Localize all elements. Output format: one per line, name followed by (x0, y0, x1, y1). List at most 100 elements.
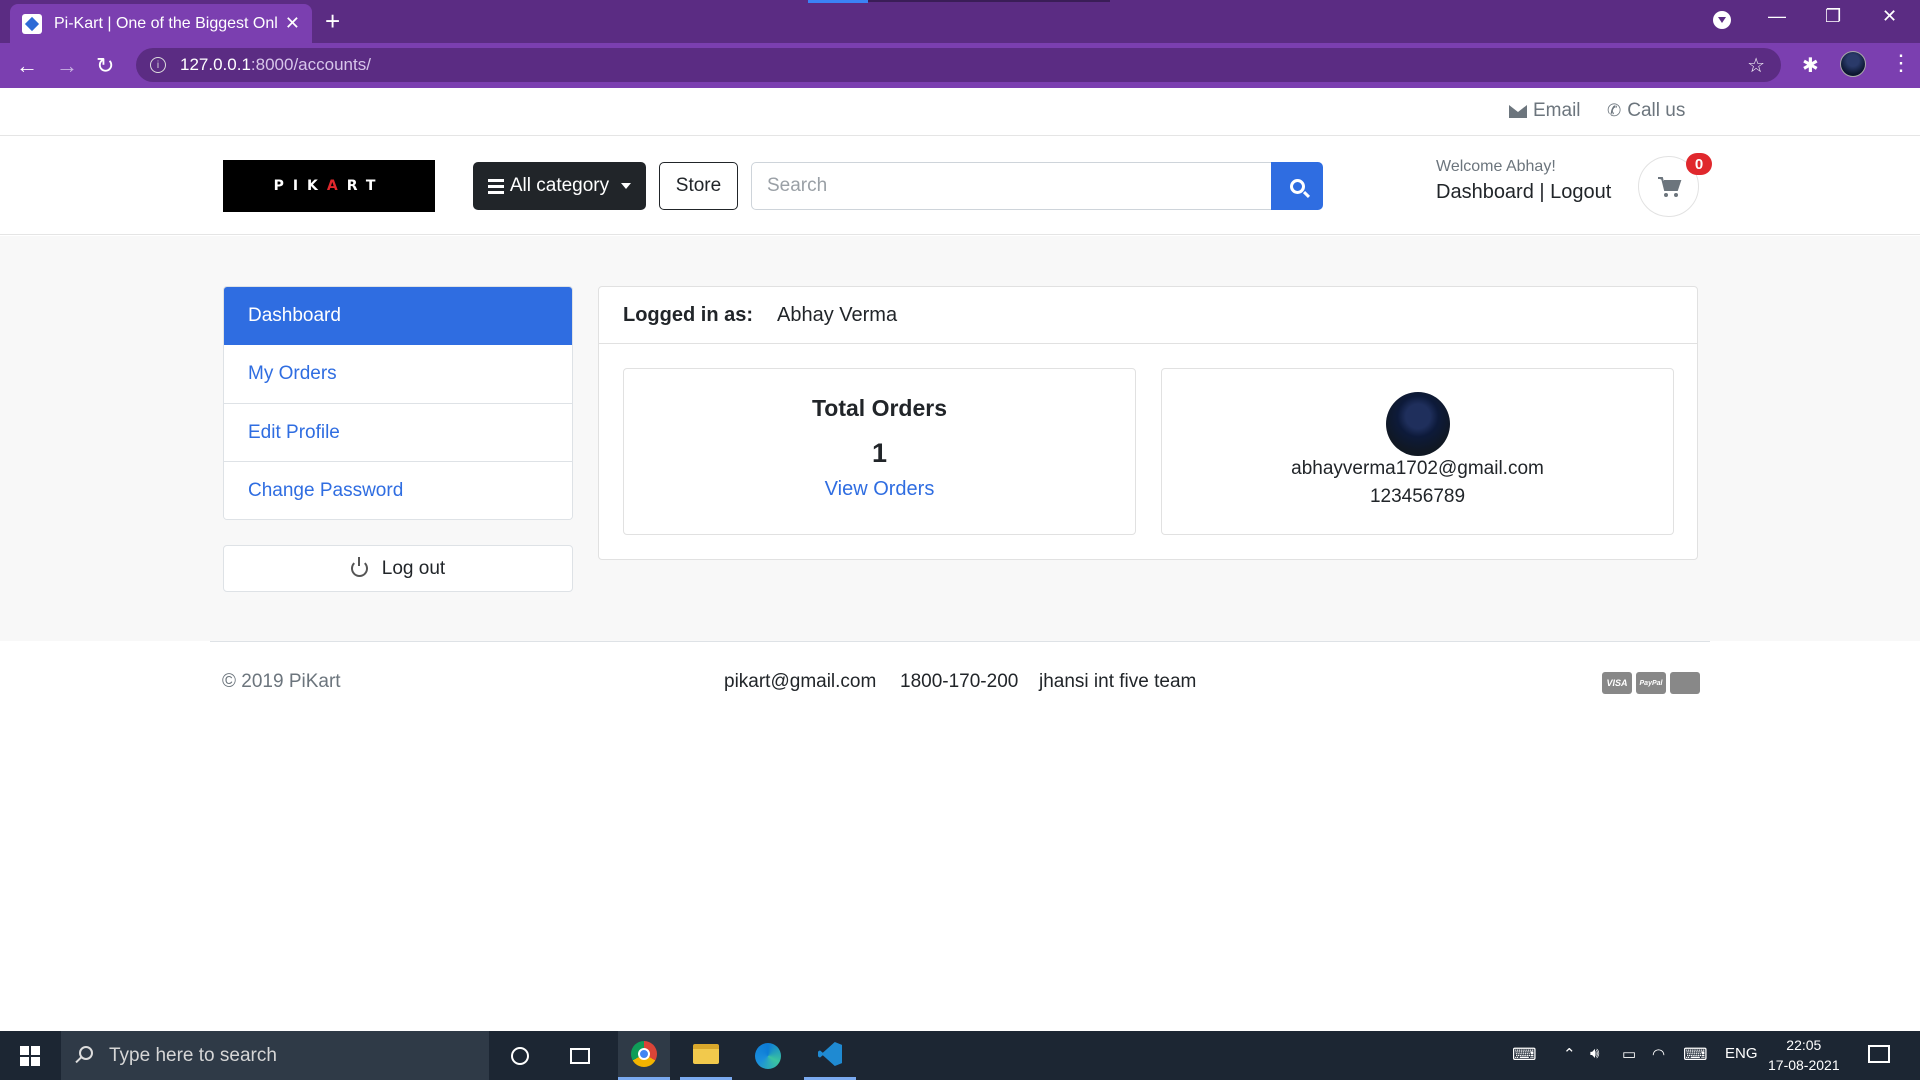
language-indicator[interactable]: ENG (1725, 1045, 1758, 1062)
close-window-icon[interactable]: ✕ (1882, 6, 1897, 27)
site-footer: © 2019 PiKart pikart@gmail.com 1800-170-… (0, 641, 1920, 1031)
orders-summary-box: Total Orders 1 View Orders (623, 368, 1136, 535)
envelope-icon (1509, 104, 1527, 118)
chrome-taskbar-button[interactable] (618, 1031, 670, 1080)
mastercard-icon: mastercard (1670, 672, 1700, 694)
clock-date: 17-08-2021 (1768, 1057, 1840, 1073)
bookmark-star-icon[interactable]: ☆ (1747, 53, 1765, 78)
favicon-icon (22, 13, 42, 34)
dashboard-link[interactable]: Dashboard (1436, 181, 1534, 203)
email-link[interactable]: Email (1509, 100, 1581, 122)
browser-menu-icon[interactable]: ⋮ (1890, 50, 1912, 76)
battery-icon[interactable]: ▭ (1622, 1045, 1636, 1063)
volume-icon[interactable]: 🔊︎ (1590, 1045, 1599, 1062)
browser-tab-bar: Pi-Kart | One of the Biggest Onli ✕ + — … (0, 0, 1920, 43)
account-sidebar: Dashboard My Orders Edit Profile Change … (223, 286, 573, 520)
notifications-icon[interactable] (1868, 1045, 1890, 1063)
windows-taskbar: Type here to search ⌨ ⌃ 🔊︎ ▭ ◠ ⌨ ENG 22:… (0, 1031, 1920, 1080)
store-button[interactable]: Store (659, 162, 738, 210)
cortana-button[interactable] (494, 1031, 546, 1080)
url-host: 127.0.0.1 (180, 55, 251, 74)
address-bar: ← → ↻ i 127.0.0.1:8000/accounts/ ☆ (0, 43, 1920, 88)
loading-indicator (808, 0, 868, 3)
search-button[interactable] (1271, 162, 1323, 210)
logout-link[interactable]: Logout (1550, 181, 1611, 203)
user-phone: 123456789 (1369, 486, 1466, 507)
user-email: abhayverma1702@gmail.com (1291, 458, 1544, 479)
touch-keyboard-icon[interactable]: ⌨ (1512, 1045, 1537, 1065)
wifi-icon[interactable]: ◠ (1652, 1045, 1665, 1063)
paypal-icon: PayPal (1636, 672, 1666, 694)
system-clock[interactable]: 22:05 17-08-2021 (1768, 1035, 1840, 1075)
logged-in-label: Logged in as: (623, 303, 753, 326)
view-orders-link[interactable]: View Orders (624, 478, 1135, 501)
minimize-icon[interactable]: — (1768, 6, 1786, 27)
footer-email: pikart@gmail.com (724, 671, 877, 692)
tab-title: Pi-Kart | One of the Biggest Onli (54, 14, 277, 32)
extensions-icon[interactable]: ✱ (1802, 53, 1819, 78)
user-avatar (1385, 392, 1450, 456)
windows-start-icon[interactable] (20, 1046, 40, 1066)
vscode-taskbar-button[interactable] (804, 1031, 856, 1080)
tab-search-icon[interactable] (1713, 11, 1731, 29)
browser-tab[interactable]: Pi-Kart | One of the Biggest Onli ✕ (10, 4, 312, 43)
search-input[interactable] (751, 162, 1272, 210)
link-separator: | (1539, 181, 1545, 203)
site-logo[interactable]: PIKART (223, 160, 435, 212)
edge-icon (755, 1042, 781, 1069)
url-path: :8000/accounts/ (250, 55, 371, 74)
back-icon[interactable]: ← (16, 53, 38, 79)
dashboard-card: Logged in as: Abhay Verma Total Orders 1… (598, 286, 1698, 560)
user-name: Abhay Verma (777, 303, 898, 326)
taskbar-search-icon (79, 1046, 93, 1060)
close-tab-icon[interactable]: ✕ (285, 13, 300, 34)
clock-time: 22:05 (1786, 1037, 1822, 1053)
explorer-taskbar-button[interactable] (680, 1031, 732, 1080)
visa-icon: VISA (1602, 672, 1632, 694)
all-category-button[interactable]: All category (473, 162, 646, 210)
power-icon (350, 557, 368, 577)
forward-icon[interactable]: → (56, 53, 78, 79)
call-link[interactable]: ✆ Call us (1607, 100, 1685, 122)
cart-count-badge: 0 (1686, 153, 1712, 175)
phone-icon: ✆ (1607, 101, 1622, 120)
email-label: Email (1533, 100, 1581, 121)
sidebar-item-my-orders[interactable]: My Orders (224, 345, 572, 403)
total-orders-value: 1 (871, 438, 888, 468)
caret-down-icon (621, 183, 632, 189)
logout-button[interactable]: Log out (223, 545, 573, 592)
edge-taskbar-button[interactable] (742, 1031, 794, 1080)
call-label: Call us (1627, 100, 1686, 121)
logo-text: PIKART (273, 178, 385, 194)
vscode-icon (818, 1042, 842, 1066)
footer-divider (210, 641, 1710, 642)
sidebar-item-edit-profile[interactable]: Edit Profile (224, 403, 572, 461)
taskbar-search[interactable]: Type here to search (61, 1031, 489, 1080)
sidebar-item-change-password[interactable]: Change Password (224, 461, 572, 519)
folder-icon (693, 1044, 719, 1064)
sidebar-item-dashboard[interactable]: Dashboard (224, 287, 572, 345)
cortana-icon (511, 1046, 529, 1065)
logged-in-header: Logged in as: Abhay Verma (599, 287, 1697, 344)
reload-icon[interactable]: ↻ (96, 53, 114, 79)
account-section: Dashboard My Orders Edit Profile Change … (0, 236, 1920, 641)
profile-summary-box: abhayverma1702@gmail.com 123456789 (1161, 368, 1674, 535)
site-info-icon[interactable]: i (150, 57, 166, 73)
cart-icon (1657, 176, 1681, 197)
show-hidden-icons-icon[interactable]: ⌃ (1563, 1045, 1576, 1063)
site-header: PIKART All category Store Welcome Abhay!… (0, 137, 1920, 235)
new-tab-icon[interactable]: + (325, 6, 340, 37)
taskbar-search-placeholder: Type here to search (109, 1044, 277, 1066)
task-view-button[interactable] (554, 1031, 606, 1080)
search-icon (1289, 178, 1305, 194)
restore-icon[interactable]: ❐ (1825, 6, 1841, 27)
keyboard-layout-icon[interactable]: ⌨ (1683, 1045, 1708, 1065)
profile-avatar[interactable] (1840, 51, 1866, 77)
category-label: All category (509, 175, 610, 196)
menu-bars-icon (487, 178, 504, 194)
footer-team: jhansi int five team (1039, 671, 1197, 692)
chrome-icon (631, 1041, 657, 1067)
url-field[interactable]: i 127.0.0.1:8000/accounts/ ☆ (136, 48, 1781, 82)
contact-bar: Email ✆ Call us (0, 88, 1920, 136)
copyright: © 2019 PiKart (222, 671, 341, 692)
